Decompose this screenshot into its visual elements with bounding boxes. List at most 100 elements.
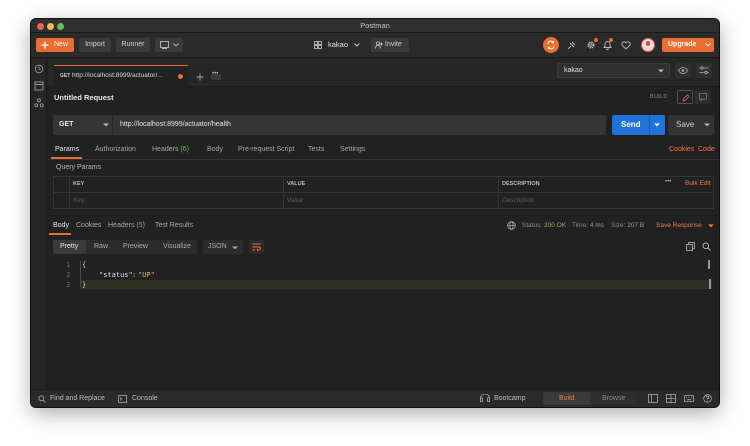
tab-prerequest-script[interactable]: Pre-request Script (238, 146, 294, 153)
tab-headers[interactable]: Headers (6) (152, 146, 189, 153)
key-input[interactable]: Key (73, 197, 84, 204)
new-window-dropdown[interactable] (155, 38, 183, 52)
table-left-border (53, 176, 54, 209)
divider (48, 159, 719, 160)
unsaved-dot[interactable] (178, 74, 183, 79)
sync-button[interactable] (543, 37, 559, 53)
search-icon[interactable] (702, 242, 711, 251)
avatar[interactable] (641, 38, 655, 52)
current-line-highlight (80, 280, 712, 289)
chevron-down-icon (173, 43, 179, 47)
request-tab-strip: GET http://localhost:8999/actuator/... •… (48, 58, 719, 87)
layout-icon[interactable] (666, 394, 676, 403)
column-header-description: DESCRIPTION (502, 181, 540, 187)
tab-settings[interactable]: Settings (340, 146, 365, 153)
cookies-link[interactable]: Cookies (669, 146, 694, 153)
pane-splitter[interactable] (48, 215, 719, 216)
table-col-divider (69, 176, 70, 209)
url-input[interactable]: http://localhost:8999/actuator/health (120, 121, 231, 128)
find-and-replace-button[interactable]: Find and Replace (50, 395, 105, 402)
sidebar (31, 58, 47, 389)
tab-body[interactable]: Body (207, 146, 223, 153)
chevron-down-icon (354, 43, 360, 47)
value-input[interactable]: Value (287, 197, 303, 204)
response-tab-cookies[interactable]: Cookies (76, 222, 101, 229)
comment-mode-button[interactable] (695, 90, 711, 104)
environment-quick-look-button[interactable] (675, 63, 691, 78)
tab-method: GET (60, 73, 71, 79)
request-name[interactable]: Untitled Request (54, 93, 114, 102)
runner-button[interactable]: Runner (116, 38, 150, 52)
raw-mode-button[interactable]: Raw (94, 243, 108, 250)
api-icon[interactable] (34, 98, 44, 108)
invite-label: Invite (385, 41, 402, 48)
tab-headers-count: (6) (180, 146, 189, 153)
environment-select[interactable]: kakao (557, 63, 670, 78)
code-link[interactable]: Code (698, 146, 715, 153)
response-size: Size: 207 B (611, 222, 644, 229)
upgrade-button[interactable]: Upgrade (662, 38, 714, 52)
wrap-lines-icon (252, 243, 261, 251)
table-top-border (53, 176, 714, 177)
satellite-icon[interactable] (567, 41, 576, 50)
help-icon[interactable] (703, 394, 712, 403)
browse-mode-label: Browse (602, 395, 626, 402)
chevron-down-icon[interactable] (654, 123, 660, 127)
line-number: 3 (66, 281, 71, 289)
pencil-icon (682, 94, 690, 102)
visualize-mode-button[interactable]: Visualize (163, 243, 191, 250)
time-value: 4 ms (589, 222, 604, 229)
two-pane-icon[interactable] (648, 394, 658, 403)
request-tab[interactable]: GET http://localhost:8999/actuator/... (54, 65, 188, 87)
status-label: Status: (522, 222, 543, 229)
workspace-grid-icon (314, 41, 322, 49)
save-button[interactable]: Save (668, 115, 714, 135)
bootcamp-button[interactable]: Bootcamp (494, 395, 526, 402)
tab-params[interactable]: Params (55, 146, 79, 153)
window-icon (160, 41, 169, 49)
build-mode-button[interactable]: Build (543, 392, 590, 405)
chevron-down-icon[interactable] (704, 123, 710, 127)
response-status: Status: 200 OK (522, 222, 566, 229)
scroll-marker[interactable] (708, 260, 710, 269)
format-value: JSON (208, 243, 227, 250)
response-editor[interactable]: 1 2 3 { "status" : "UP" } (48, 259, 719, 387)
edit-mode-button[interactable] (677, 90, 693, 104)
response-tab-headers[interactable]: Headers (5) (108, 222, 145, 229)
response-tab-test-results[interactable]: Test Results (155, 222, 193, 229)
tab-authorization[interactable]: Authorization (95, 146, 136, 153)
history-icon[interactable] (34, 64, 44, 74)
chevron-down-icon[interactable] (708, 224, 714, 228)
import-button[interactable]: Import (79, 38, 111, 52)
manage-environments-button[interactable] (696, 63, 712, 78)
more-dots-icon[interactable]: ••• (665, 179, 671, 185)
copy-icon[interactable] (686, 242, 695, 251)
save-response-button[interactable]: Save Response (656, 222, 702, 229)
line-number: 1 (66, 261, 71, 269)
pretty-mode-button[interactable]: Pretty (53, 240, 86, 254)
heart-icon[interactable] (621, 41, 631, 50)
preview-mode-button[interactable]: Preview (123, 243, 148, 250)
invite-button[interactable]: Invite (371, 38, 409, 52)
new-button[interactable]: New (36, 38, 74, 52)
wrap-lines-button[interactable] (249, 240, 264, 254)
response-tab-body[interactable]: Body (53, 222, 69, 229)
method-select[interactable]: GET (53, 115, 113, 135)
console-button[interactable]: Console (132, 395, 158, 402)
tab-tests[interactable]: Tests (308, 146, 324, 153)
send-button[interactable]: Send (612, 115, 665, 135)
format-select[interactable]: JSON (203, 240, 243, 254)
description-input[interactable]: Description (502, 197, 535, 204)
plus-icon[interactable] (196, 73, 204, 81)
workspace-switcher[interactable]: kakao (314, 38, 364, 52)
build-label: BUILD (650, 94, 668, 100)
more-tabs-button[interactable]: ••• (211, 71, 221, 80)
keyboard-icon[interactable] (684, 394, 694, 403)
browse-mode-button[interactable]: Browse (590, 392, 637, 405)
cursor-marker (709, 279, 711, 289)
globe-icon[interactable] (507, 221, 516, 230)
collection-icon[interactable] (34, 81, 44, 91)
sliders-icon (699, 66, 709, 75)
bulk-edit-link[interactable]: Bulk Edit (685, 180, 711, 187)
tab-headers-label: Headers (152, 146, 179, 153)
